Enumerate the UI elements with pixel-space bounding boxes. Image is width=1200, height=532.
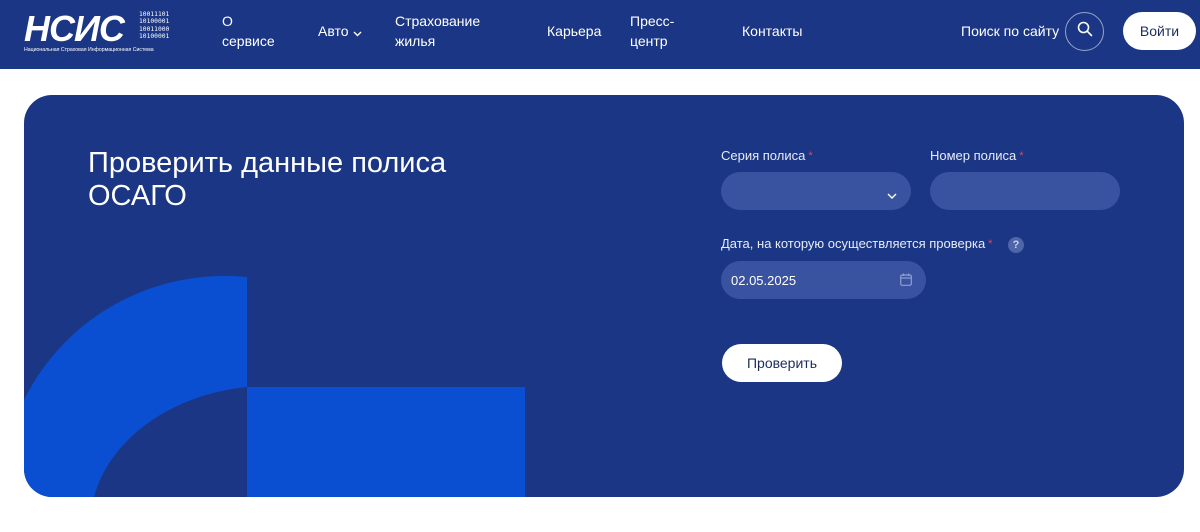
nav-item-contacts[interactable]: Контакты [742, 21, 802, 41]
help-icon[interactable]: ? [1008, 237, 1024, 253]
nav-item-home-insurance[interactable]: Страхование жилья [395, 11, 480, 51]
nav-item-about[interactable]: О сервисе [222, 11, 275, 51]
number-input[interactable] [930, 172, 1120, 210]
chevron-down-icon [887, 186, 897, 204]
search-label[interactable]: Поиск по сайту [961, 21, 1059, 41]
required-mark: * [988, 238, 993, 250]
calendar-icon [900, 273, 912, 291]
nav-label: Пресс- [630, 13, 675, 29]
search-icon [1077, 21, 1093, 42]
nav-label: сервисе [222, 33, 275, 49]
logo-subtitle: Национальная Страховая Информационная Си… [24, 47, 154, 53]
series-select[interactable] [721, 172, 911, 210]
nav-label: О [222, 13, 233, 29]
series-input[interactable] [721, 172, 911, 210]
number-field[interactable] [930, 172, 1120, 210]
osago-check-card: Проверить данные полиса ОСАГО Серия поли… [24, 95, 1184, 497]
date-label: Дата, на которую осуществляется проверка… [721, 235, 992, 253]
login-button[interactable]: Войти [1123, 12, 1196, 50]
nav-label: центр [630, 33, 668, 49]
nav-label: Страхование [395, 13, 481, 29]
required-mark: * [808, 150, 813, 162]
nav-label: Карьера [547, 23, 602, 39]
chevron-down-icon [353, 22, 362, 42]
number-label-text: Номер полиса [930, 148, 1017, 163]
date-field[interactable] [721, 261, 926, 299]
date-input[interactable] [721, 261, 926, 299]
series-label-text: Серия полиса [721, 148, 806, 163]
check-button[interactable]: Проверить [722, 344, 842, 382]
page-title: Проверить данные полиса ОСАГО [88, 147, 447, 212]
series-label: Серия полиса * [721, 147, 813, 165]
logo[interactable]: НСИС 10011101 10100001 10011000 10100001… [24, 10, 176, 54]
nav-label: жилья [395, 33, 436, 49]
nav-item-career[interactable]: Карьера [547, 21, 601, 41]
logo-binary: 10011101 10100001 10011000 10100001 [139, 11, 170, 41]
nav-label: Авто [318, 23, 349, 39]
site-header: НСИС 10011101 10100001 10011000 10100001… [0, 0, 1200, 69]
nav-item-press-center[interactable]: Пресс- центр [630, 11, 674, 51]
search-button[interactable] [1065, 12, 1104, 51]
nav-label: Контакты [742, 23, 803, 39]
date-label-text: Дата, на которую осуществляется проверка [721, 236, 986, 251]
required-mark: * [1019, 150, 1024, 162]
nav-item-auto[interactable]: Авто [318, 21, 362, 42]
logo-wordmark: НСИС [24, 8, 125, 49]
number-label: Номер полиса * [930, 147, 1023, 165]
